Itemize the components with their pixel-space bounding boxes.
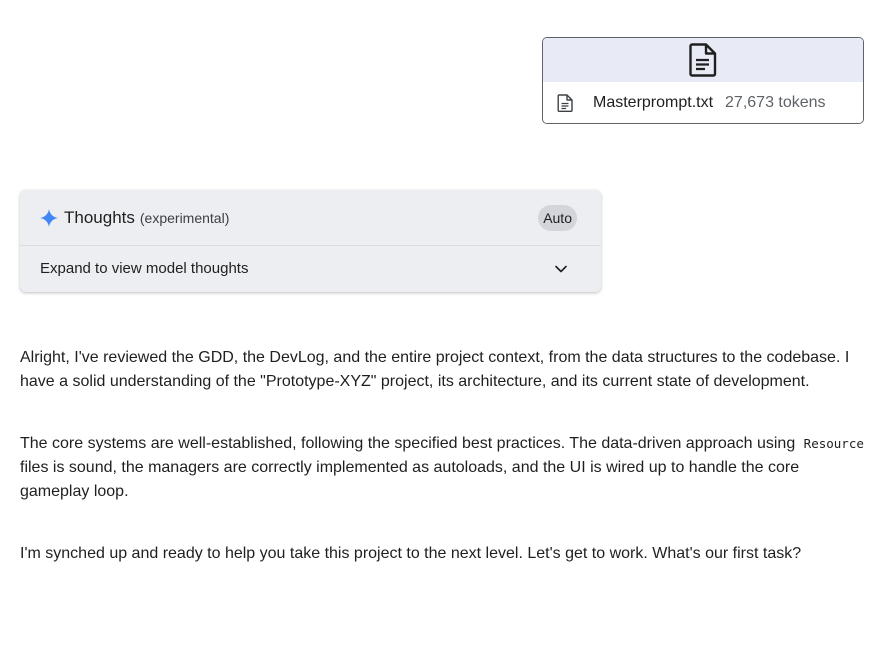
attachment-footer: Masterprompt.txt 27,673 tokens bbox=[543, 82, 863, 123]
auto-mode-chip[interactable]: Auto bbox=[538, 204, 577, 231]
chevron-down-icon[interactable] bbox=[555, 265, 567, 273]
file-attachment-card[interactable]: Masterprompt.txt 27,673 tokens bbox=[542, 37, 864, 124]
thoughts-title: Thoughts bbox=[64, 207, 135, 227]
response-paragraph: The core systems are well-established, f… bbox=[20, 432, 868, 504]
document-icon bbox=[689, 43, 717, 77]
response-paragraph: Alright, I've reviewed the GDD, the DevL… bbox=[20, 349, 850, 390]
spark-icon bbox=[40, 208, 58, 227]
expand-thoughts-button[interactable]: Expand to view model thoughts bbox=[20, 246, 601, 291]
attachment-file-name: Masterprompt.txt bbox=[593, 94, 714, 111]
inline-code: Resource bbox=[803, 436, 864, 451]
thoughts-panel: Thoughts (experimental) Auto Expand to v… bbox=[20, 190, 601, 292]
chat-page: Masterprompt.txt 27,673 tokens Thoughts … bbox=[0, 0, 880, 660]
thoughts-header: Thoughts (experimental) Auto bbox=[20, 190, 601, 246]
document-icon bbox=[557, 94, 573, 112]
response-text: The core systems are well-established, f… bbox=[20, 435, 796, 452]
thoughts-subtitle: (experimental) bbox=[139, 209, 230, 226]
response-paragraph: I'm synched up and ready to help you tak… bbox=[20, 545, 802, 562]
attachment-token-count: 27,673 tokens bbox=[725, 94, 826, 111]
model-response: Alright, I've reviewed the GDD, the DevL… bbox=[20, 346, 868, 566]
attachment-preview bbox=[543, 38, 863, 82]
expand-thoughts-label: Expand to view model thoughts bbox=[40, 260, 249, 277]
response-text: files is sound, the managers are correct… bbox=[20, 459, 800, 500]
